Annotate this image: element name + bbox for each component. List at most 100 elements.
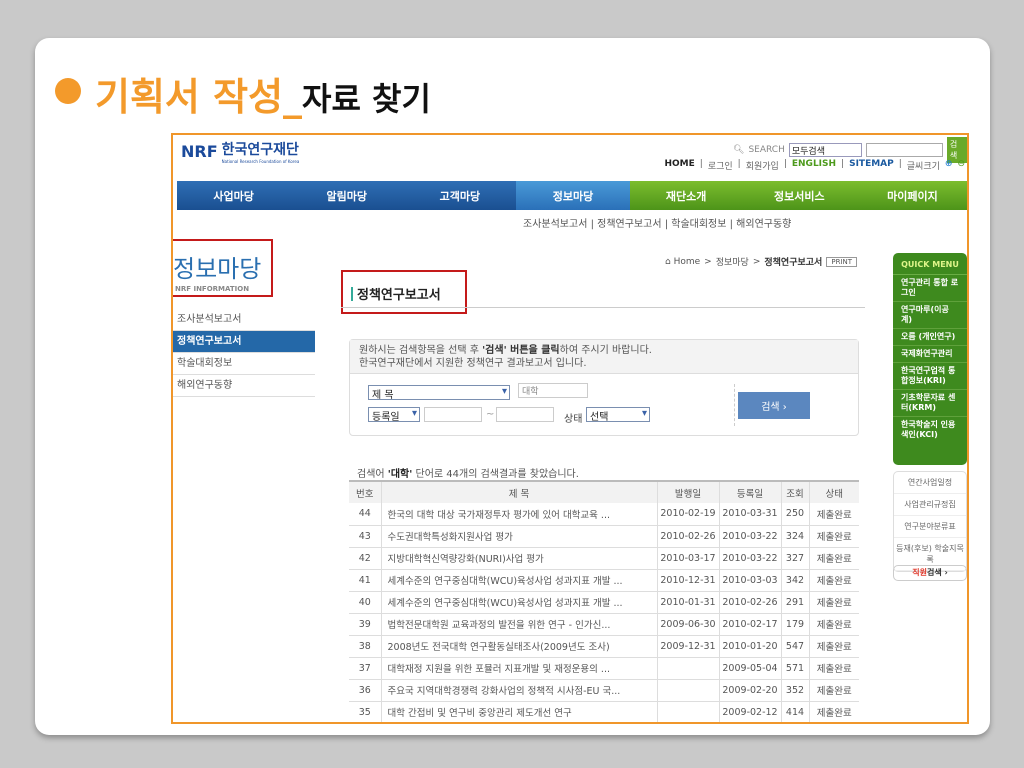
- nav-customer[interactable]: 고객마당: [403, 181, 517, 210]
- intro-text: 원하시는 검색항목을 선택 후: [359, 345, 483, 356]
- zoom-out-icon[interactable]: ⊖: [957, 159, 965, 172]
- row-no: 40: [349, 591, 381, 614]
- sidebar-title: 정보마당: [173, 255, 262, 283]
- search-input[interactable]: [865, 143, 943, 157]
- row-registered: 2009-02-20: [718, 679, 781, 702]
- sidebar-item-overseas[interactable]: 해외연구동향: [173, 375, 315, 397]
- staff-label: 직원: [912, 568, 927, 577]
- end-date-input[interactable]: [496, 407, 554, 422]
- intro-text: 한국연구재단에서 지원한 정책연구 결과보고서 입니다.: [359, 358, 587, 369]
- row-no: 38: [349, 635, 381, 658]
- nav-notice[interactable]: 알림마당: [290, 181, 404, 210]
- sidebar-item-conference[interactable]: 학술대회정보: [173, 353, 315, 375]
- row-title[interactable]: 수도권대학특성화지원사업 평가: [380, 525, 657, 548]
- status-label: 상태: [564, 414, 583, 425]
- home-link[interactable]: HOME: [664, 159, 694, 172]
- table-row[interactable]: 41 세계수준의 연구중심대학(WCU)육성사업 성과지표 개발 ... 2010-…: [349, 569, 859, 592]
- row-title[interactable]: 대학 간접비 및 연구비 중앙관리 제도개선 연구: [380, 701, 657, 722]
- sub-nav[interactable]: 조사분석보고서 | 정책연구보고서 | 학술대회정보 | 해외연구동향: [523, 215, 791, 230]
- quick-item[interactable]: 기초학문자료 센터(KRM): [893, 390, 967, 417]
- row-status: 제출완료: [808, 503, 859, 526]
- table-row[interactable]: 42 지방대학혁신역량강화(NURI)사업 평가 2010-03-17 2010-03…: [349, 547, 859, 570]
- quick-menu-title: QUICK MENU: [893, 253, 967, 275]
- quick-menu: QUICK MENU 연구관리 통합 로그인 연구마루(이공계) 오름 (개인연…: [893, 253, 967, 465]
- join-link[interactable]: 회원가입: [746, 159, 779, 172]
- sidebar-item-policy[interactable]: 정책연구보고서: [173, 331, 315, 353]
- result-text: 검색어: [357, 469, 388, 480]
- nav-info[interactable]: 정보마당: [516, 181, 630, 210]
- status-select[interactable]: 선택: [586, 407, 650, 423]
- font-size-label: 글씨크기: [906, 162, 940, 172]
- table-row[interactable]: 40 세계수준의 연구중심대학(WCU)육성사업 성과지표 개발 ... 2010-…: [349, 591, 859, 614]
- row-views: 414: [780, 701, 809, 722]
- row-published: 2010-01-31: [656, 591, 719, 614]
- sitemap-link[interactable]: SITEMAP: [849, 159, 894, 172]
- logo-en: National Research Foundation of Korea: [221, 159, 300, 164]
- table-row[interactable]: 35 대학 간접비 및 연구비 중앙관리 제도개선 연구 2009-02-12 414…: [349, 701, 859, 722]
- nav-mypage[interactable]: 마이페이지: [855, 181, 967, 210]
- staff-search-button[interactable]: 직원검색 ›: [893, 565, 967, 581]
- search-submit-button[interactable]: 검색 ›: [738, 392, 810, 419]
- quick-item[interactable]: 국제화연구관리: [893, 346, 967, 363]
- print-button[interactable]: PRINT: [826, 256, 858, 267]
- row-status: 제출완료: [808, 701, 859, 722]
- quick-item[interactable]: 한국학술지 인용색인(KCI): [893, 417, 967, 443]
- keyword-input[interactable]: 대학: [518, 383, 588, 398]
- row-views: 324: [780, 525, 809, 548]
- nav-about[interactable]: 재단소개: [629, 181, 743, 210]
- search-scope-select[interactable]: 모두검색: [788, 143, 862, 157]
- row-title[interactable]: 법학전문대학원 교육과정의 발전을 위한 연구 - 인가신...: [380, 613, 657, 636]
- row-no: 39: [349, 613, 381, 636]
- row-title[interactable]: 지방대학혁신역량강화(NURI)사업 평가: [380, 547, 657, 570]
- table-row[interactable]: 44 한국의 대학 대상 국가재정투자 평가에 있어 대학교육 ... 2010-0…: [349, 503, 859, 526]
- field-select[interactable]: 제 목: [368, 385, 510, 401]
- search-icon: 🔍︎: [733, 145, 745, 155]
- row-views: 291: [780, 591, 809, 614]
- row-status: 제출완료: [808, 525, 859, 548]
- quick-item[interactable]: 연구관리 통합 로그인: [893, 275, 967, 302]
- quick-link[interactable]: 사업관리규정집: [894, 494, 966, 516]
- nav-business[interactable]: 사업마당: [177, 181, 291, 210]
- search-instructions: 원하시는 검색항목을 선택 후 '검색' 버튼을 클릭하여 주시기 바랍니다. …: [350, 340, 858, 374]
- login-link[interactable]: 로그인: [708, 159, 733, 172]
- col-published: 발행일: [656, 480, 719, 503]
- table-row[interactable]: 38 2008년도 전국대학 연구활동실태조사(2009년도 조사) 2009-12…: [349, 635, 859, 658]
- row-status: 제출완료: [808, 635, 859, 658]
- row-title[interactable]: 세계수준의 연구중심대학(WCU)육성사업 성과지표 개발 ...: [380, 591, 657, 614]
- quick-item[interactable]: 한국연구업적 통합정보(KRI): [893, 363, 967, 390]
- sidebar-menu: 조사분석보고서 정책연구보고서 학술대회정보 해외연구동향: [173, 309, 315, 397]
- breadcrumb-level1[interactable]: 정보마당: [716, 255, 749, 268]
- quick-link[interactable]: 연구분야분류표: [894, 516, 966, 538]
- breadcrumb-home[interactable]: ⌂ Home: [665, 257, 700, 267]
- row-registered: 2010-03-22: [718, 525, 781, 548]
- row-title[interactable]: 세계수준의 연구중심대학(WCU)육성사업 성과지표 개발 ...: [380, 569, 657, 592]
- row-title[interactable]: 대학재정 지원을 위한 포뮬러 지표개발 및 재정운용의 ...: [380, 657, 657, 680]
- col-title: 제 목: [380, 480, 657, 503]
- nrf-logo[interactable]: NRF 한국연구재단 National Research Foundation o…: [181, 139, 299, 164]
- row-views: 571: [780, 657, 809, 680]
- table-row[interactable]: 39 법학전문대학원 교육과정의 발전을 위한 연구 - 인가신... 2009-0…: [349, 613, 859, 636]
- date-type-select[interactable]: 등록일: [368, 407, 420, 423]
- quick-link[interactable]: 연간사업일정: [894, 472, 966, 494]
- row-title[interactable]: 2008년도 전국대학 연구활동실태조사(2009년도 조사): [380, 635, 657, 658]
- row-title[interactable]: 주요국 지역대학경쟁력 강화사업의 정책적 시사점-EU 국...: [380, 679, 657, 702]
- sidebar-item-survey[interactable]: 조사분석보고서: [173, 309, 315, 331]
- nav-info-service[interactable]: 정보서비스: [742, 181, 856, 210]
- breadcrumb: ⌂ Home > 정보마당 > 정책연구보고서 PRINT: [665, 255, 858, 268]
- english-link[interactable]: ENGLISH: [792, 159, 836, 172]
- title-main: 기획서 작성_: [95, 75, 303, 119]
- zoom-in-icon[interactable]: ⊕: [945, 159, 953, 172]
- row-title[interactable]: 한국의 대학 대상 국가재정투자 평가에 있어 대학교육 ...: [380, 503, 657, 526]
- quick-item[interactable]: 연구마루(이공계): [893, 302, 967, 329]
- quick-item[interactable]: 오름 (개인연구): [893, 329, 967, 346]
- logo-name: 한국연구재단: [221, 142, 299, 158]
- row-views: 547: [780, 635, 809, 658]
- table-row[interactable]: 37 대학재정 지원을 위한 포뮬러 지표개발 및 재정운용의 ... 2009-0…: [349, 657, 859, 680]
- row-status: 제출완료: [808, 657, 859, 680]
- table-row[interactable]: 43 수도권대학특성화지원사업 평가 2010-02-26 2010-03-22 324…: [349, 525, 859, 548]
- table-row[interactable]: 36 주요국 지역대학경쟁력 강화사업의 정책적 시사점-EU 국... 2009-…: [349, 679, 859, 702]
- start-date-input[interactable]: [424, 407, 482, 422]
- row-published: 2010-02-19: [656, 503, 719, 526]
- result-summary: 검색어 '대학' 단어로 44개의 검색결과를 찾았습니다.: [357, 465, 579, 480]
- row-no: 37: [349, 657, 381, 680]
